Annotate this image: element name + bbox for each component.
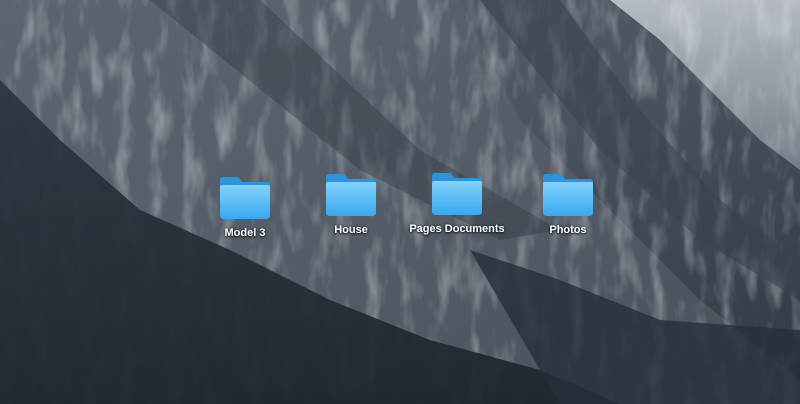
folder-icon bbox=[220, 177, 270, 219]
folder-icon bbox=[432, 173, 482, 215]
folder-label: Photos bbox=[549, 224, 587, 236]
folder-house[interactable]: House bbox=[296, 171, 406, 236]
folder-model-3[interactable]: Model 3 bbox=[190, 174, 300, 239]
desktop[interactable]: Model 3 House Pages Documents Photos bbox=[0, 0, 800, 404]
folder-pages-documents[interactable]: Pages Documents bbox=[402, 170, 512, 235]
folder-label: Pages Documents bbox=[409, 223, 505, 235]
folder-icon bbox=[326, 174, 376, 216]
folder-label: House bbox=[334, 224, 368, 236]
folder-label: Model 3 bbox=[224, 227, 266, 239]
folder-photos[interactable]: Photos bbox=[513, 171, 623, 236]
folder-icon bbox=[543, 174, 593, 216]
